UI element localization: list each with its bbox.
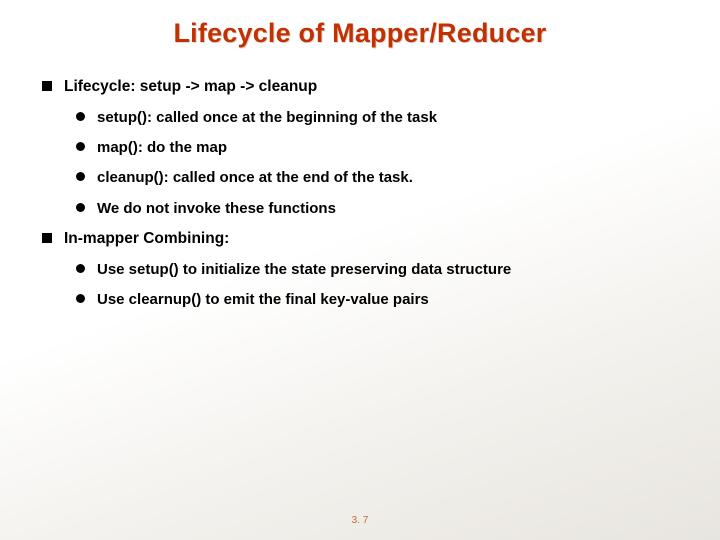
list-item-text: In-mapper Combining: — [64, 229, 229, 250]
list-item: Use clearnup() to emit the final key-val… — [76, 290, 680, 310]
list-item: In-mapper Combining: — [42, 229, 680, 250]
square-bullet-icon — [42, 233, 52, 243]
circle-bullet-icon — [76, 264, 85, 273]
list-item: We do not invoke these functions — [76, 199, 680, 219]
circle-bullet-icon — [76, 112, 85, 121]
list-item-text: Lifecycle: setup -> map -> cleanup — [64, 77, 317, 98]
slide: Lifecycle of Mapper/Reducer Lifecycle: s… — [0, 0, 720, 540]
list-item-text: map(): do the map — [97, 138, 227, 158]
list-item: Use setup() to initialize the state pres… — [76, 260, 680, 280]
list-item: map(): do the map — [76, 138, 680, 158]
list-item-text: setup(): called once at the beginning of… — [97, 108, 437, 128]
list-item-text: cleanup(): called once at the end of the… — [97, 168, 413, 188]
list-item-text: We do not invoke these functions — [97, 199, 336, 219]
circle-bullet-icon — [76, 172, 85, 181]
circle-bullet-icon — [76, 142, 85, 151]
list-item: Lifecycle: setup -> map -> cleanup — [42, 77, 680, 98]
square-bullet-icon — [42, 81, 52, 91]
slide-title: Lifecycle of Mapper/Reducer — [40, 18, 680, 49]
list-item: setup(): called once at the beginning of… — [76, 108, 680, 128]
list-item-text: Use clearnup() to emit the final key-val… — [97, 290, 429, 310]
circle-bullet-icon — [76, 203, 85, 212]
list-item-text: Use setup() to initialize the state pres… — [97, 260, 511, 280]
list-item: cleanup(): called once at the end of the… — [76, 168, 680, 188]
page-number: 3. 7 — [0, 515, 720, 526]
circle-bullet-icon — [76, 294, 85, 303]
slide-content: Lifecycle: setup -> map -> cleanup setup… — [40, 77, 680, 310]
